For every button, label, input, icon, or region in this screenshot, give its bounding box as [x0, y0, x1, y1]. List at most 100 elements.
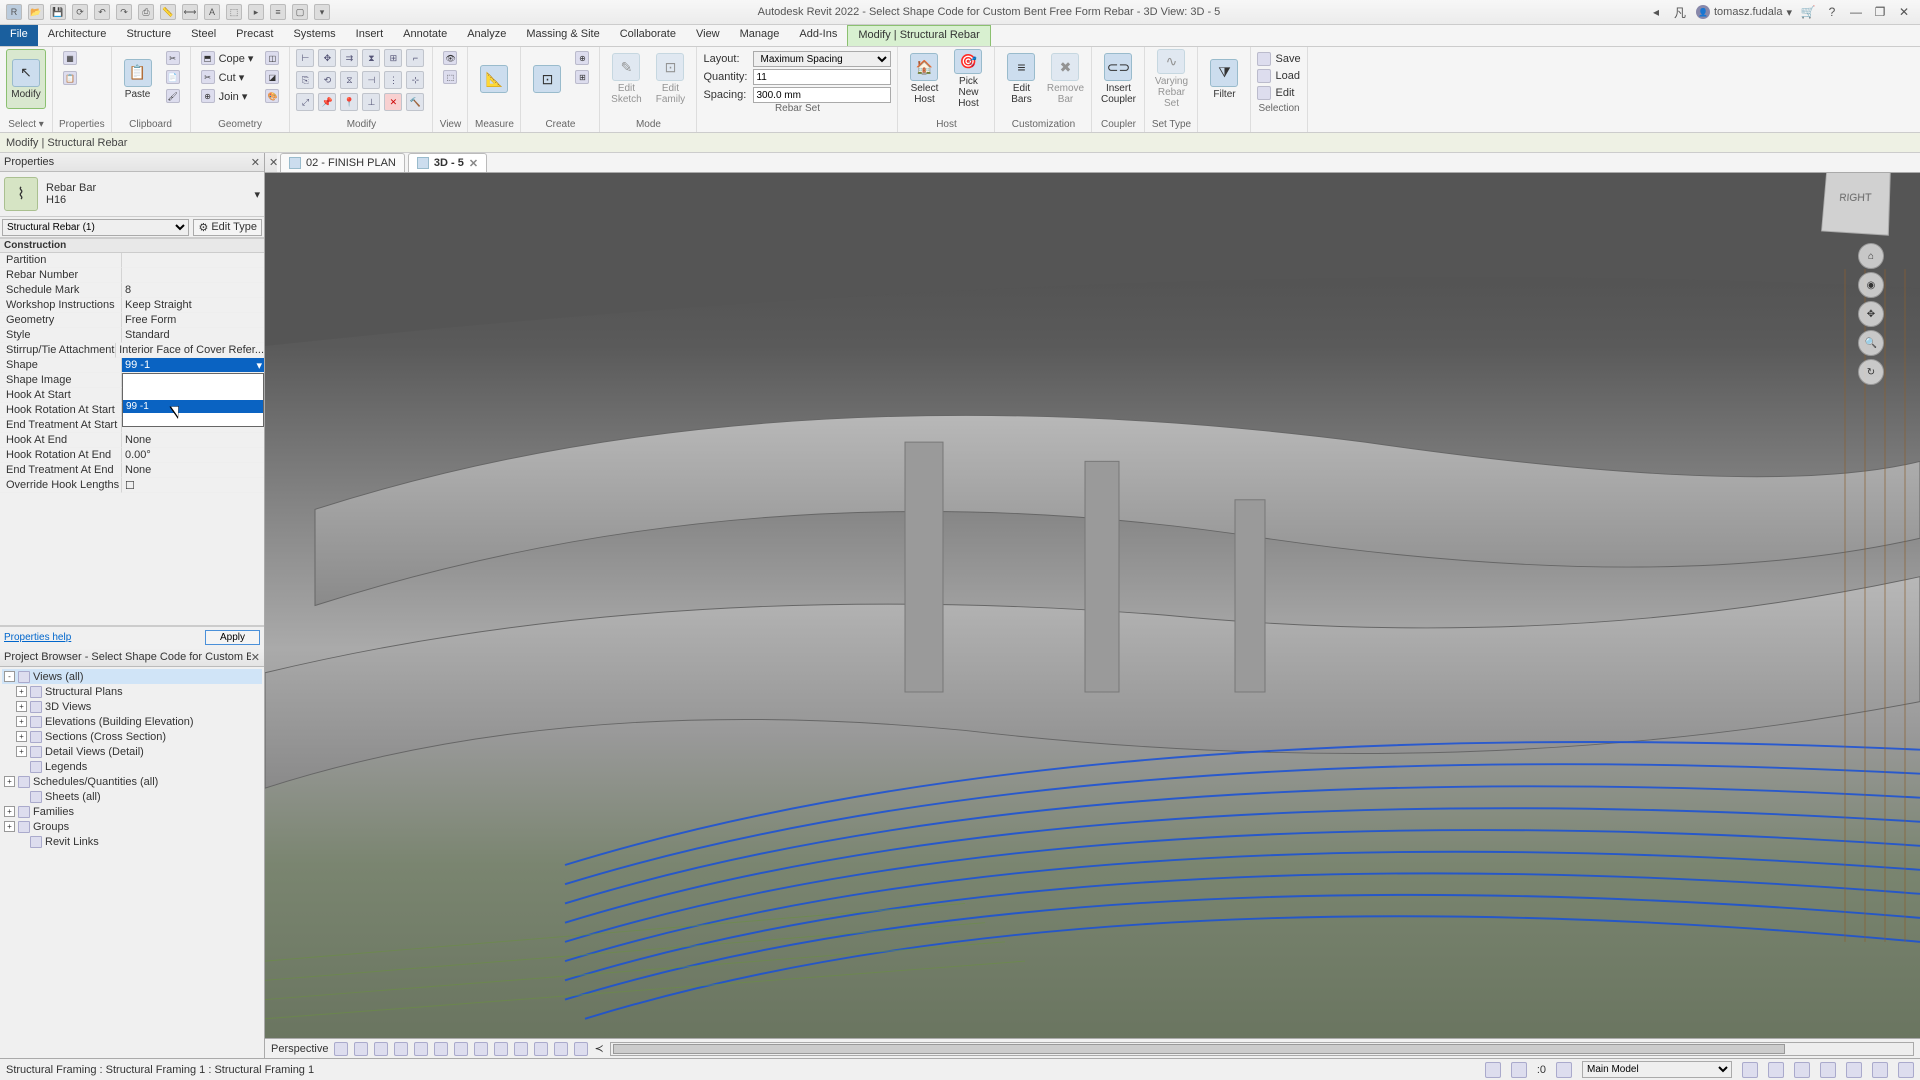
- measure-icon[interactable]: 📏: [160, 4, 176, 20]
- group-select[interactable]: Select ▾: [6, 117, 46, 130]
- property-row[interactable]: Stirrup/Tie Attachment Interior Face of …: [0, 343, 264, 358]
- modify-button[interactable]: ↖ Modify: [6, 49, 46, 109]
- scale-icon[interactable]: ⤢: [296, 93, 314, 111]
- shape-option[interactable]: 00: [123, 374, 263, 387]
- cart-icon[interactable]: 🛒: [1800, 4, 1816, 20]
- split-icon[interactable]: ⊹: [406, 71, 424, 89]
- edit-type-button[interactable]: ⚙Edit Type: [193, 219, 262, 236]
- restore-button[interactable]: ❐: [1872, 4, 1888, 20]
- property-row[interactable]: End Treatment At End None: [0, 463, 264, 478]
- tab-structure[interactable]: Structure: [116, 25, 181, 46]
- shape-option[interactable]: 99 -1: [123, 400, 263, 413]
- property-row[interactable]: Partition: [0, 253, 264, 268]
- save-icon[interactable]: 💾: [50, 4, 66, 20]
- tree-item[interactable]: +Detail Views (Detail): [2, 744, 262, 759]
- tab-analyze[interactable]: Analyze: [457, 25, 516, 46]
- property-row[interactable]: Geometry Free Form: [0, 313, 264, 328]
- property-row[interactable]: Style Standard: [0, 328, 264, 343]
- detail-level-icon[interactable]: [334, 1042, 348, 1056]
- tree-item[interactable]: +Sections (Cross Section): [2, 729, 262, 744]
- search-icon[interactable]: ◂: [1648, 4, 1664, 20]
- revit-logo-icon[interactable]: R: [6, 4, 22, 20]
- delete-icon[interactable]: ✕: [384, 93, 402, 111]
- shape-option[interactable]: 01: [123, 387, 263, 400]
- property-value[interactable]: Free Form: [122, 313, 264, 328]
- paint-icon[interactable]: 🎨: [261, 87, 283, 105]
- property-value[interactable]: ☐: [122, 478, 264, 493]
- cut-geometry-button[interactable]: ✂Cut ▾: [197, 68, 258, 86]
- property-value[interactable]: [122, 253, 264, 268]
- scale-label[interactable]: Perspective: [271, 1043, 328, 1055]
- create-assembly-icon[interactable]: ⊞: [571, 68, 593, 86]
- design-options-icon[interactable]: [1556, 1062, 1572, 1078]
- trim-single-icon[interactable]: ⊣: [362, 71, 380, 89]
- trim-corner-icon[interactable]: ⌐: [406, 49, 424, 67]
- view-tab-3d[interactable]: 3D - 5 ✕: [408, 153, 487, 172]
- property-value[interactable]: None: [122, 433, 264, 448]
- offset-icon[interactable]: ⇉: [340, 49, 358, 67]
- pick-new-host-button[interactable]: 🎯 Pick New Host: [948, 49, 988, 109]
- undo-icon[interactable]: ↶: [94, 4, 110, 20]
- property-value[interactable]: Interior Face of Cover Refer...: [116, 343, 264, 358]
- shadows-icon[interactable]: [394, 1042, 408, 1056]
- dimension-icon[interactable]: ⟷: [182, 4, 198, 20]
- override-graphics-icon[interactable]: ⬚: [439, 68, 461, 86]
- shape-dropdown[interactable]: 000199 -199 -2: [122, 373, 264, 427]
- tab-precast[interactable]: Precast: [226, 25, 283, 46]
- redo-icon[interactable]: ↷: [116, 4, 132, 20]
- tab-massing[interactable]: Massing & Site: [516, 25, 609, 46]
- lock-3d-icon[interactable]: [474, 1042, 488, 1056]
- thin-lines-icon[interactable]: ≡: [270, 4, 286, 20]
- expand-icon[interactable]: +: [4, 776, 15, 787]
- tab-modify-rebar[interactable]: Modify | Structural Rebar: [847, 25, 990, 46]
- spacing-input[interactable]: [753, 87, 891, 103]
- array-grid-icon[interactable]: ⊞: [384, 49, 402, 67]
- sync-icon[interactable]: ⟳: [72, 4, 88, 20]
- demolish-icon[interactable]: 🔨: [406, 93, 424, 111]
- close-panel-icon[interactable]: ✕: [251, 156, 260, 169]
- wall-opening-icon[interactable]: ◫: [261, 49, 283, 67]
- rendering-icon[interactable]: [414, 1042, 428, 1056]
- close-view-icon[interactable]: ✕: [269, 156, 278, 169]
- property-row[interactable]: Rebar Number: [0, 268, 264, 283]
- tab-view[interactable]: View: [686, 25, 730, 46]
- tree-item[interactable]: +3D Views: [2, 699, 262, 714]
- expand-icon[interactable]: +: [16, 701, 27, 712]
- tree-item[interactable]: Sheets (all): [2, 789, 262, 804]
- expand-icon[interactable]: +: [4, 806, 15, 817]
- switch-window-icon[interactable]: ▾: [314, 4, 330, 20]
- create-group-button[interactable]: ⊡: [527, 49, 567, 109]
- property-row[interactable]: Workshop Instructions Keep Straight: [0, 298, 264, 313]
- match-type-icon[interactable]: 🖌: [162, 87, 184, 105]
- create-similar-icon[interactable]: ⊕: [571, 49, 593, 67]
- property-value[interactable]: None: [122, 463, 264, 478]
- type-properties-icon[interactable]: ▦: [59, 49, 81, 67]
- worksharing-icon[interactable]: [534, 1042, 548, 1056]
- user-account[interactable]: 👤 tomasz.fudala ▾: [1696, 5, 1792, 19]
- tree-item[interactable]: +Groups: [2, 819, 262, 834]
- tab-manage[interactable]: Manage: [730, 25, 790, 46]
- 3d-viewport[interactable]: [265, 173, 1920, 1038]
- select-host-button[interactable]: 🏠 Select Host: [904, 49, 944, 109]
- property-value[interactable]: 99 -1▾000199 -199 -2: [122, 358, 264, 373]
- copy-clipboard-icon[interactable]: 📄: [162, 68, 184, 86]
- tab-architecture[interactable]: Architecture: [38, 25, 117, 46]
- measure-button[interactable]: 📐: [474, 49, 514, 109]
- close-hidden-icon[interactable]: ▢: [292, 4, 308, 20]
- apply-button[interactable]: Apply: [205, 630, 260, 645]
- expand-icon[interactable]: +: [16, 716, 27, 727]
- align-icon[interactable]: ⊢: [296, 49, 314, 67]
- mirror-pick-icon[interactable]: ⧖: [340, 71, 358, 89]
- edit-bars-button[interactable]: ≡ Edit Bars: [1001, 49, 1041, 109]
- expand-icon[interactable]: +: [4, 821, 15, 832]
- select-underlay-icon[interactable]: [1768, 1062, 1784, 1078]
- tree-item[interactable]: Legends: [2, 759, 262, 774]
- pan-icon[interactable]: ✥: [1858, 301, 1884, 327]
- tab-file[interactable]: File: [0, 25, 38, 46]
- insert-coupler-button[interactable]: ⊂⊃ Insert Coupler: [1098, 49, 1138, 109]
- join-button[interactable]: ⊕Join ▾: [197, 87, 258, 105]
- move-icon[interactable]: ✥: [318, 49, 336, 67]
- properties-help-link[interactable]: Properties help: [4, 632, 71, 643]
- property-row[interactable]: Shape 99 -1▾000199 -199 -2: [0, 358, 264, 373]
- varying-rebar-button[interactable]: ∿ Varying Rebar Set: [1151, 49, 1191, 109]
